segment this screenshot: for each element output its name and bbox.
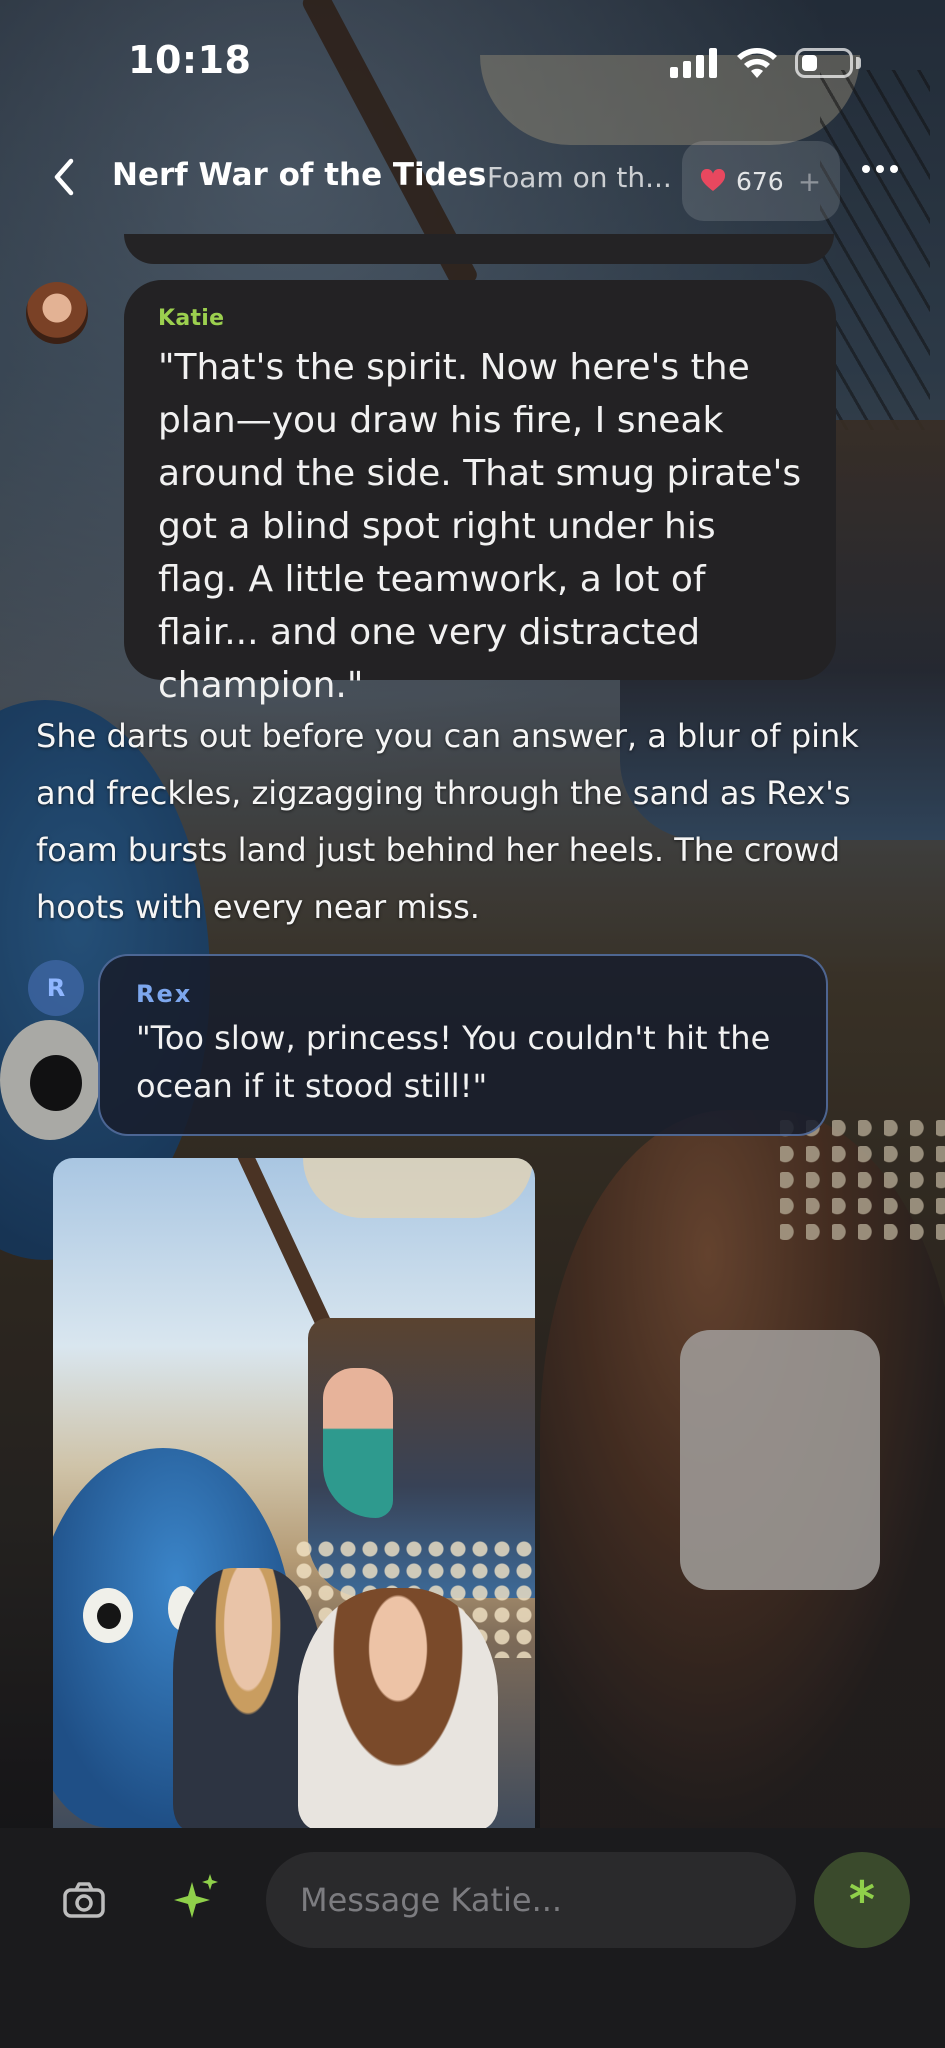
back-button[interactable] xyxy=(42,155,86,199)
chat-title[interactable]: Nerf War of the Tides xyxy=(112,157,486,193)
send-button[interactable]: * xyxy=(814,1852,910,1948)
battery-cap xyxy=(856,57,861,69)
scene-image[interactable] xyxy=(53,1158,535,1830)
image-octopus-pupil xyxy=(97,1603,121,1629)
title-separator: · xyxy=(460,159,469,192)
chat-header: Nerf War of the Tides · Foam on th... 67… xyxy=(0,135,945,225)
like-plus: + xyxy=(797,164,822,198)
message-input[interactable] xyxy=(266,1852,796,1948)
camera-icon[interactable] xyxy=(62,1880,106,1920)
asterisk-send-icon: * xyxy=(848,1871,876,1929)
message-text: "Too slow, princess! You couldn't hit th… xyxy=(136,1019,771,1105)
narration-text: She darts out before you can answer, a b… xyxy=(36,717,859,926)
composer-bar: * xyxy=(0,1828,945,2048)
wifi-icon xyxy=(737,48,777,78)
status-time: 10:18 xyxy=(128,38,252,82)
like-count: 676 xyxy=(736,166,784,196)
back-arrow-icon xyxy=(54,158,74,196)
message-text: "That's the spirit. Now here's the plan—… xyxy=(158,347,802,706)
sender-name: Katie xyxy=(158,306,225,331)
battery-level xyxy=(802,55,817,71)
avatar-rex[interactable]: R xyxy=(28,960,84,1016)
like-button[interactable]: 676 + xyxy=(682,141,840,221)
avatar-katie[interactable] xyxy=(26,282,88,344)
status-bar: 10:18 xyxy=(0,0,945,120)
more-dot xyxy=(890,165,898,173)
battery-icon xyxy=(795,48,853,78)
chat-subtitle[interactable]: Foam on th... xyxy=(487,161,672,194)
more-dots-icon xyxy=(862,165,870,173)
image-sail xyxy=(303,1158,533,1218)
image-woman xyxy=(298,1588,498,1830)
image-mermaid-figure xyxy=(323,1368,393,1518)
cellular-signal-icon xyxy=(670,46,717,78)
more-options-button[interactable] xyxy=(862,165,898,173)
sparkle-icon[interactable] xyxy=(172,1872,222,1922)
previous-message-bubble xyxy=(124,234,834,264)
heart-icon xyxy=(700,169,726,191)
message-bubble-katie[interactable]: Katie "That's the spirit. Now here's the… xyxy=(124,280,836,706)
sender-name: Rex xyxy=(136,980,193,1008)
more-dot xyxy=(876,165,884,173)
message-bubble-rex[interactable]: Rex "Too slow, princess! You couldn't hi… xyxy=(98,954,828,1136)
